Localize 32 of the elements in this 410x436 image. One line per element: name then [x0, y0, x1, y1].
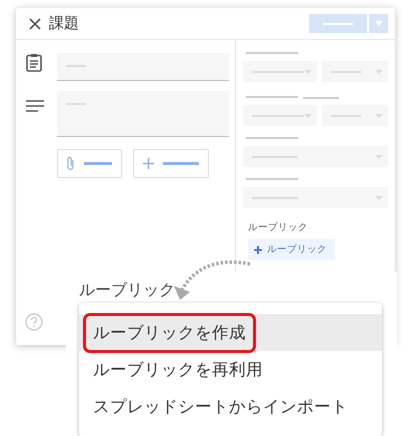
dropdown-field[interactable]: [243, 105, 317, 126]
dropdown-field[interactable]: [322, 61, 388, 82]
text-lines-icon: [26, 100, 44, 112]
window-title: 課題: [49, 14, 79, 33]
dropdown-button[interactable]: [369, 14, 388, 33]
skeleton-line: [246, 137, 298, 139]
skeleton-line: [303, 97, 339, 99]
skeleton-line: [246, 178, 298, 180]
paperclip-icon: [67, 156, 75, 171]
menu-item[interactable]: ルーブリックを作成: [79, 314, 382, 351]
add-rubric-button[interactable]: ルーブリック: [248, 239, 335, 260]
caret-icon: [374, 21, 382, 26]
attach-button[interactable]: [57, 149, 122, 178]
menu-item[interactable]: ルーブリックを再利用: [79, 351, 382, 388]
help-icon[interactable]: [25, 313, 43, 331]
skeleton-line: [246, 96, 298, 98]
plus-icon: [254, 246, 262, 254]
rubric-heading: ルーブリック: [79, 281, 176, 299]
plus-icon: [143, 158, 154, 169]
assign-button[interactable]: [309, 14, 367, 33]
create-button[interactable]: [133, 149, 209, 178]
description-field[interactable]: [57, 91, 229, 137]
dropdown-field[interactable]: [243, 61, 317, 82]
dropdown-field[interactable]: [243, 187, 388, 208]
skeleton-line: [246, 52, 298, 54]
menu-item[interactable]: スプレッドシートからインポート: [79, 388, 382, 425]
dropdown-field[interactable]: [322, 105, 388, 126]
title-field[interactable]: [57, 53, 229, 81]
close-icon[interactable]: [29, 18, 41, 30]
clipboard-icon: [26, 53, 42, 72]
rubric-label: ルーブリック: [248, 221, 309, 234]
dropdown-field[interactable]: [243, 146, 388, 167]
